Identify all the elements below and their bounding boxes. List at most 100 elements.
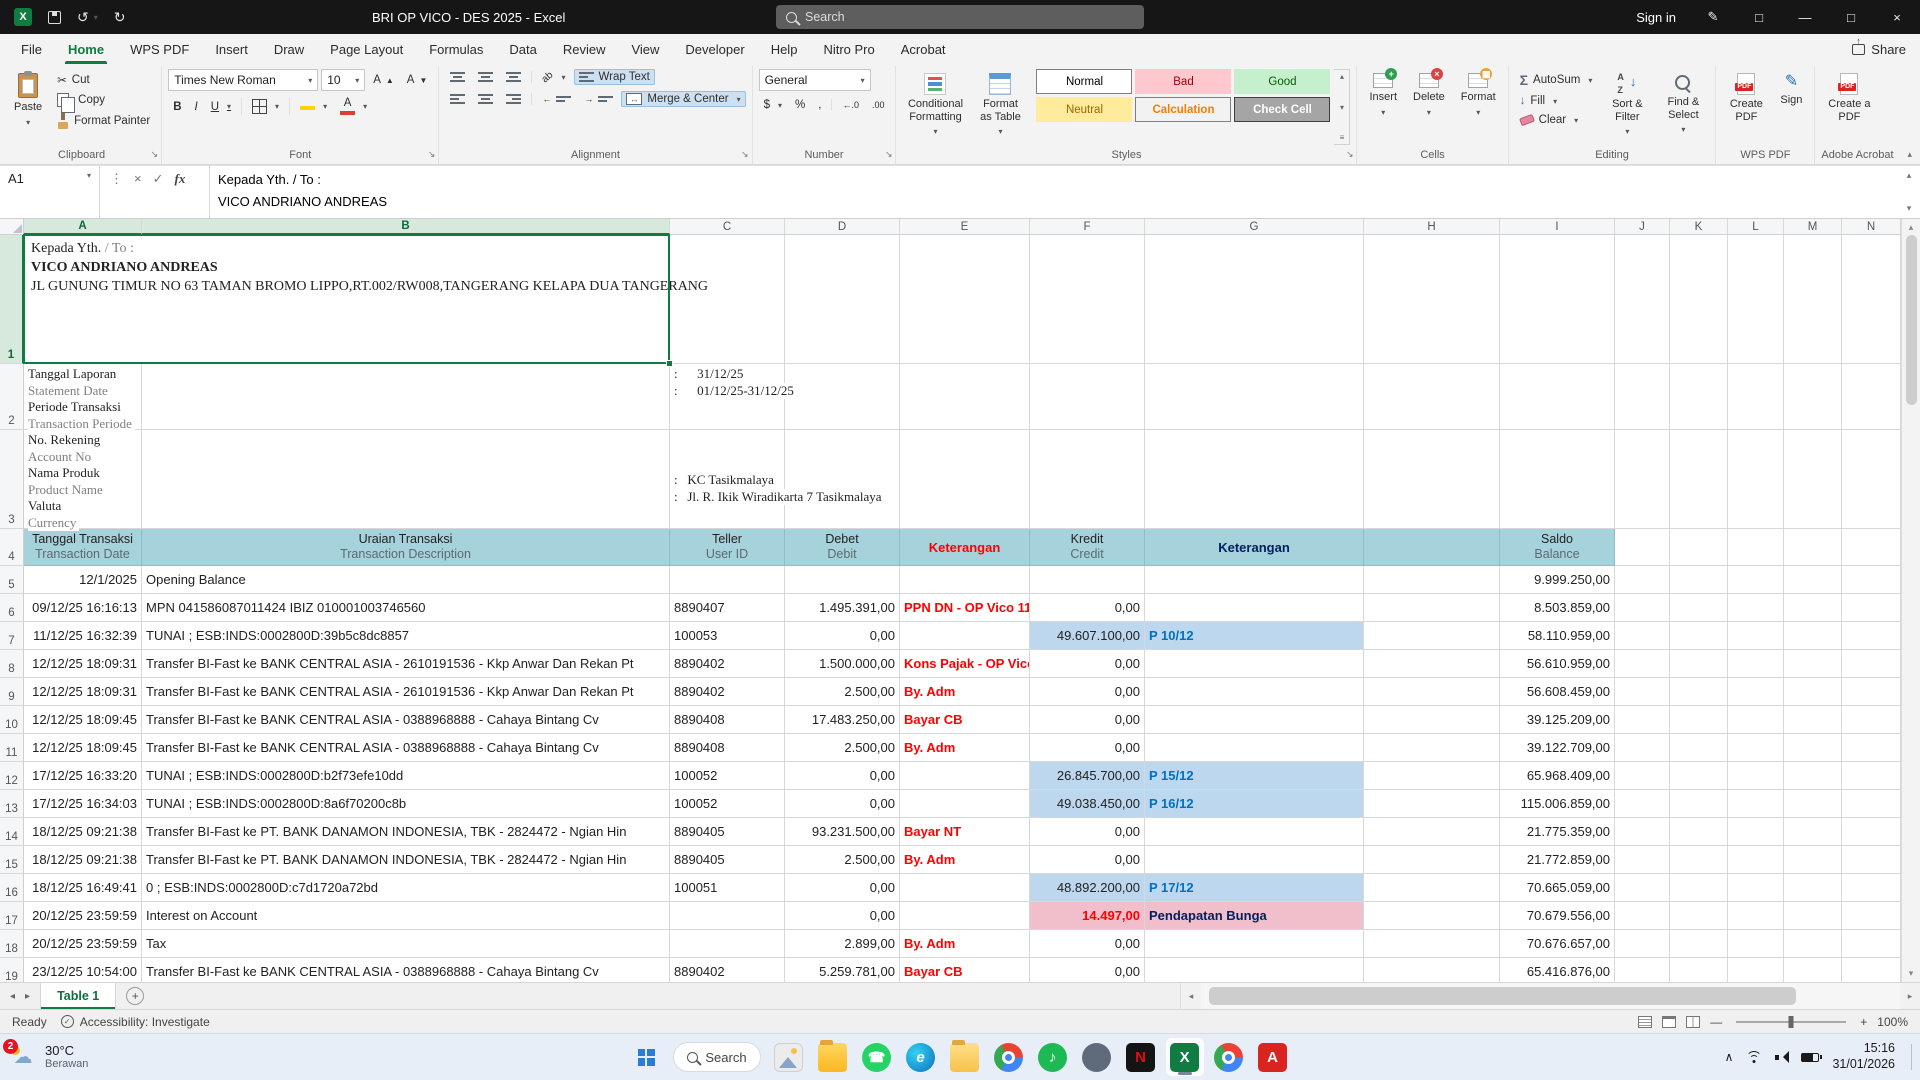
cell[interactable] [1145,235,1364,364]
row-header-4[interactable]: 4 [0,529,24,566]
cell-debit-note[interactable]: Kons Pajak - OP Vico 1125 [900,650,1030,678]
cell-saldo[interactable]: 39.125.209,00 [1500,706,1615,734]
column-header-J[interactable]: J [1615,219,1670,235]
minimize-button[interactable]: — [1782,0,1828,34]
cell[interactable] [1842,874,1901,902]
cell[interactable] [1364,594,1500,622]
scroll-up-icon[interactable]: ▴ [1909,222,1914,233]
cell[interactable] [1364,790,1500,818]
cell[interactable] [1364,958,1500,982]
cell-credit-note[interactable] [1145,706,1364,734]
cell-debit[interactable]: 17.483.250,00 [785,706,900,734]
cell[interactable] [1842,818,1901,846]
cell[interactable] [1784,790,1842,818]
collapse-ribbon-icon[interactable]: ▴ [1907,149,1912,160]
cell-credit-note[interactable] [1145,818,1364,846]
row-header-17[interactable]: 17 [0,902,24,930]
cell-teller[interactable]: 8890402 [670,650,785,678]
cell[interactable] [1842,902,1901,930]
cell[interactable] [1364,430,1500,529]
grow-font-button[interactable]: A▲ [368,72,399,88]
wifi-icon[interactable] [1746,1051,1762,1063]
row-header-18[interactable]: 18 [0,930,24,958]
number-dialog-launcher-icon[interactable]: ↘ [885,150,893,159]
cell[interactable] [1615,235,1670,364]
decrease-decimal-button[interactable]: .00 [867,98,890,112]
cell[interactable] [785,235,900,364]
cell-teller[interactable]: 8890408 [670,706,785,734]
cell-debit-note[interactable] [900,902,1030,930]
cell-credit-note[interactable] [1145,734,1364,762]
ribbon-tab-review[interactable]: Review [550,34,619,64]
next-sheet-icon[interactable]: ▸ [25,991,30,1002]
cell[interactable] [1842,846,1901,874]
cell[interactable] [1728,622,1784,650]
cell[interactable] [1364,235,1500,364]
cell-description[interactable]: Transfer BI-Fast ke PT. BANK DANAMON IND… [142,818,670,846]
cell-credit[interactable]: 0,00 [1030,706,1145,734]
cell-description[interactable]: Transfer BI-Fast ke BANK CENTRAL ASIA - … [142,706,670,734]
create-pdf-button[interactable]: Create PDF [1722,69,1770,127]
cell-debit-note[interactable] [900,790,1030,818]
cell-debit[interactable]: 1.495.391,00 [785,594,900,622]
cell[interactable] [1784,902,1842,930]
cell-credit[interactable]: 0,00 [1030,818,1145,846]
vertical-scroll-thumb[interactable] [1906,235,1917,405]
formula-scroll-up-icon[interactable]: ▴ [1907,170,1912,181]
cell-credit-note[interactable] [1145,678,1364,706]
cell-debit[interactable]: 0,00 [785,622,900,650]
ribbon-tab-nitro-pro[interactable]: Nitro Pro [810,34,887,64]
cell-transaction-date[interactable]: 09/12/25 16:16:13 [24,594,142,622]
cell[interactable] [1842,734,1901,762]
column-header-A[interactable]: A [24,219,142,235]
edge-taskbar-button[interactable]: e [902,1038,940,1076]
cell-teller[interactable]: 8890405 [670,818,785,846]
show-desktop-button[interactable] [1911,1044,1912,1070]
cell[interactable] [1500,430,1615,529]
cell-saldo[interactable]: 70.665.059,00 [1500,874,1615,902]
cell-saldo[interactable]: 70.679.556,00 [1500,902,1615,930]
share-button[interactable]: Share [1852,42,1906,57]
row-header-10[interactable]: 10 [0,706,24,734]
cell[interactable] [1615,818,1670,846]
middle-align-button[interactable] [473,70,498,84]
select-all-button[interactable] [0,219,24,235]
cell-credit[interactable]: 0,00 [1030,678,1145,706]
font-color-button[interactable]: A [335,96,372,117]
cell-teller[interactable]: 8890402 [670,678,785,706]
number-format-select[interactable]: General [759,69,871,91]
ribbon-tab-file[interactable]: File [8,34,55,64]
cell[interactable] [1030,364,1145,430]
cell[interactable] [1784,235,1842,364]
italic-button[interactable]: I [190,99,203,115]
cell[interactable] [1784,566,1842,594]
cell[interactable] [1728,846,1784,874]
cell[interactable] [1615,566,1670,594]
cell-teller[interactable]: 100052 [670,790,785,818]
cell[interactable] [1784,734,1842,762]
ribbon-tab-draw[interactable]: Draw [261,34,317,64]
copy-button[interactable]: Copy [52,91,155,109]
styles-dialog-launcher-icon[interactable]: ↘ [1346,150,1354,159]
cell[interactable] [1842,566,1901,594]
cell[interactable] [1615,874,1670,902]
selected-cell-a1[interactable]: Kepada Yth. / To : VICO ANDRIANO ANDREAS… [24,235,670,364]
sign-button[interactable]: ✎ Sign [1774,69,1808,111]
cell-description[interactable]: Transfer BI-Fast ke BANK CENTRAL ASIA - … [142,650,670,678]
cell[interactable] [1615,594,1670,622]
cell-style-check-cell[interactable]: Check Cell [1234,97,1330,122]
clear-button[interactable]: Clear [1515,112,1598,128]
cell[interactable] [785,364,900,430]
cell-saldo[interactable]: 21.775.359,00 [1500,818,1615,846]
cell[interactable] [1670,762,1728,790]
cell[interactable] [1615,762,1670,790]
cell-saldo[interactable]: 115.006.859,00 [1500,790,1615,818]
cell[interactable] [1728,818,1784,846]
column-header-E[interactable]: E [900,219,1030,235]
table-header-cell[interactable]: Uraian TransaksiTransaction Description [142,529,670,566]
cell[interactable] [1615,734,1670,762]
cell[interactable] [1670,958,1728,982]
cell[interactable] [1615,529,1670,566]
zoom-slider-thumb[interactable] [1789,1016,1794,1028]
cell[interactable] [142,430,670,529]
